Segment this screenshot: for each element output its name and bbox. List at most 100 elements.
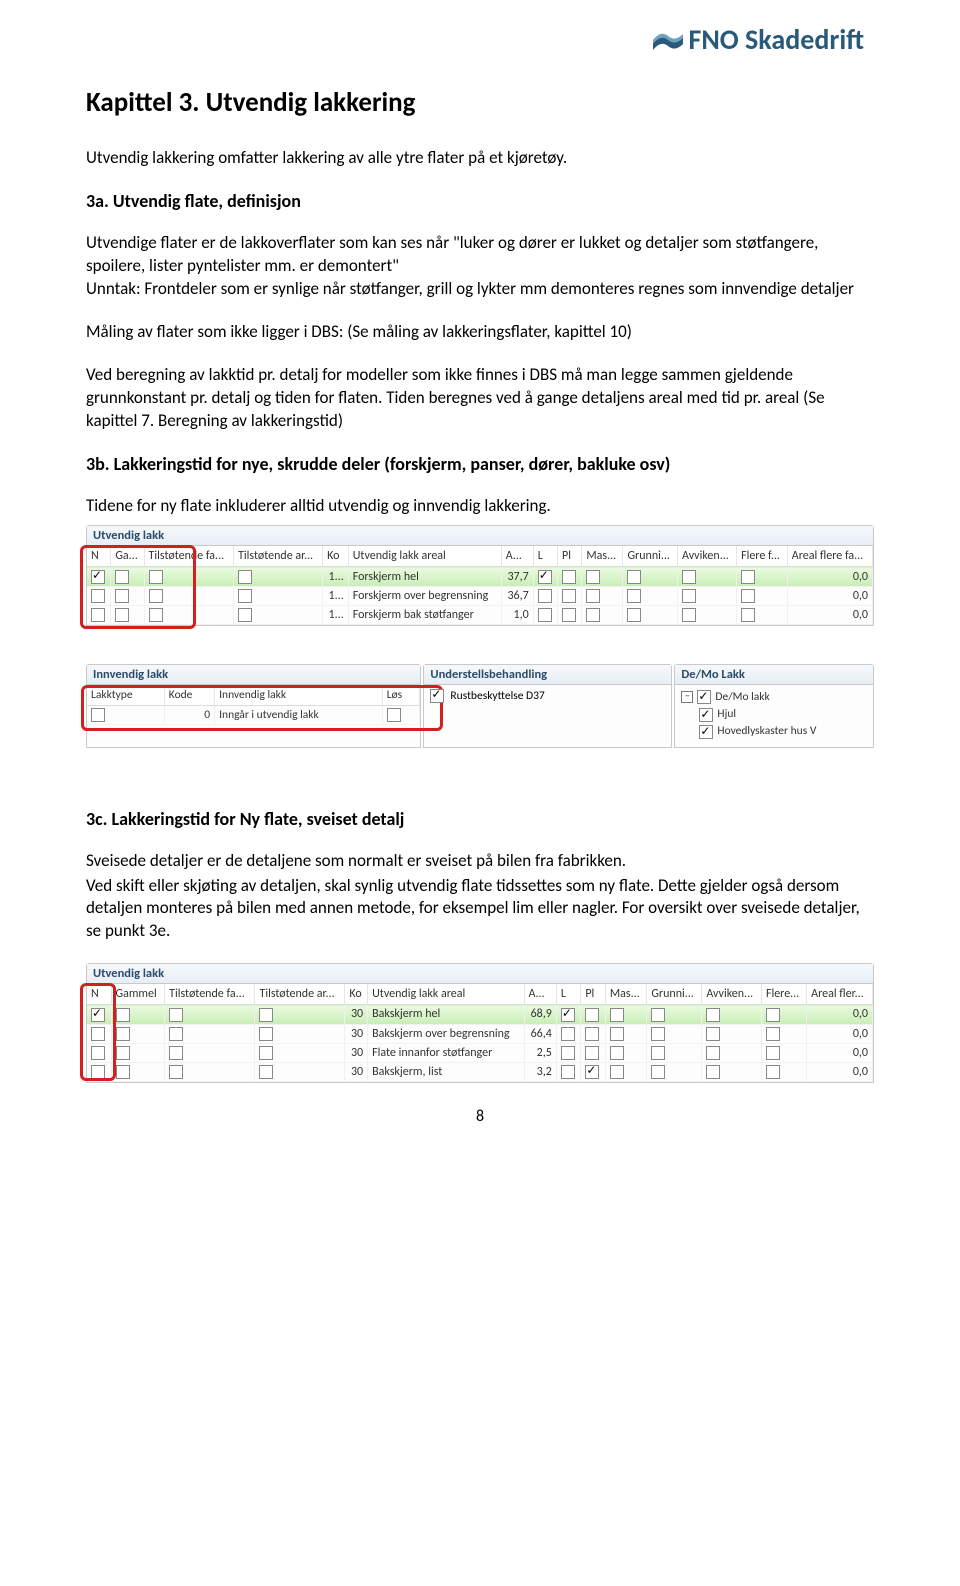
l-checkbox[interactable] xyxy=(561,1046,575,1060)
tilst-fa-checkbox[interactable] xyxy=(169,1008,183,1022)
column-header[interactable]: L xyxy=(556,984,581,1005)
gammel-checkbox[interactable] xyxy=(116,1065,130,1079)
column-header[interactable]: Areal fler... xyxy=(807,984,873,1005)
table-row[interactable]: 1...Forskjerm bak støtfanger1,00,0 xyxy=(87,605,873,624)
tilst-ar-checkbox[interactable] xyxy=(259,1008,273,1022)
avviken-checkbox[interactable] xyxy=(706,1046,720,1060)
tilst-fa-checkbox[interactable] xyxy=(149,589,163,603)
flere-checkbox[interactable] xyxy=(766,1008,780,1022)
table-row[interactable]: 1...Forskjerm over begrensning36,70,0 xyxy=(87,586,873,605)
mas-checkbox[interactable] xyxy=(610,1046,624,1060)
pl-checkbox[interactable] xyxy=(562,570,576,584)
tilst-ar-checkbox[interactable] xyxy=(238,570,252,584)
n-checkbox[interactable] xyxy=(91,608,105,622)
mas-checkbox[interactable] xyxy=(586,589,600,603)
column-header[interactable]: N xyxy=(87,546,111,567)
flere-checkbox[interactable] xyxy=(741,589,755,603)
avviken-checkbox[interactable] xyxy=(706,1027,720,1041)
gammel-checkbox[interactable] xyxy=(116,1008,130,1022)
column-header[interactable]: Mas... xyxy=(582,546,623,567)
column-header[interactable]: Utvendig lakk areal xyxy=(368,984,524,1005)
mas-checkbox[interactable] xyxy=(610,1027,624,1041)
avviken-checkbox[interactable] xyxy=(682,570,696,584)
flere-checkbox[interactable] xyxy=(766,1065,780,1079)
table-row[interactable]: 30Bakskjerm hel68,90,0 xyxy=(87,1005,873,1024)
column-header[interactable]: Flere... xyxy=(761,984,806,1005)
column-header[interactable]: Pl xyxy=(558,546,582,567)
mas-checkbox[interactable] xyxy=(586,570,600,584)
tilst-fa-checkbox[interactable] xyxy=(149,570,163,584)
column-header[interactable]: Pl xyxy=(581,984,606,1005)
mas-checkbox[interactable] xyxy=(586,608,600,622)
los-checkbox[interactable] xyxy=(387,708,401,722)
column-header[interactable]: L xyxy=(533,546,557,567)
flere-checkbox[interactable] xyxy=(766,1027,780,1041)
flere-checkbox[interactable] xyxy=(741,570,755,584)
column-header[interactable]: Areal flere fa... xyxy=(787,546,872,567)
column-header[interactable]: Mas... xyxy=(605,984,646,1005)
l-checkbox[interactable] xyxy=(538,570,552,584)
column-header[interactable]: Grunni... xyxy=(647,984,702,1005)
flere-checkbox[interactable] xyxy=(766,1046,780,1060)
pl-checkbox[interactable] xyxy=(562,608,576,622)
grunni-checkbox[interactable] xyxy=(627,589,641,603)
l-checkbox[interactable] xyxy=(561,1027,575,1041)
column-header[interactable]: Tilstøtende ar... xyxy=(234,546,323,567)
lakktype-checkbox[interactable] xyxy=(91,708,105,722)
n-checkbox[interactable] xyxy=(91,589,105,603)
tilst-ar-checkbox[interactable] xyxy=(238,589,252,603)
n-checkbox[interactable] xyxy=(91,1046,105,1060)
mas-checkbox[interactable] xyxy=(610,1008,624,1022)
l-checkbox[interactable] xyxy=(561,1008,575,1022)
avviken-checkbox[interactable] xyxy=(706,1065,720,1079)
table-row[interactable]: 30Flate innanfor støtfanger2,50,0 xyxy=(87,1043,873,1062)
grunni-checkbox[interactable] xyxy=(651,1046,665,1060)
n-checkbox[interactable] xyxy=(91,1027,105,1041)
rustbeskyttelse-checkbox[interactable] xyxy=(430,689,444,703)
tilst-fa-checkbox[interactable] xyxy=(149,608,163,622)
avviken-checkbox[interactable] xyxy=(706,1008,720,1022)
column-header[interactable]: Avviken... xyxy=(702,984,762,1005)
n-checkbox[interactable] xyxy=(91,1065,105,1079)
column-header[interactable]: Utvendig lakk areal xyxy=(348,546,501,567)
n-checkbox[interactable] xyxy=(91,570,105,584)
avviken-checkbox[interactable] xyxy=(682,608,696,622)
l-checkbox[interactable] xyxy=(538,608,552,622)
l-checkbox[interactable] xyxy=(561,1065,575,1079)
table-row[interactable]: 1...Forskjerm hel37,70,0 xyxy=(87,567,873,586)
grunni-checkbox[interactable] xyxy=(651,1065,665,1079)
column-header[interactable]: Ko xyxy=(345,984,368,1005)
demo-root-checkbox[interactable] xyxy=(697,690,711,704)
gammel-checkbox[interactable] xyxy=(115,589,129,603)
gammel-checkbox[interactable] xyxy=(116,1046,130,1060)
grunni-checkbox[interactable] xyxy=(627,570,641,584)
tilst-ar-checkbox[interactable] xyxy=(259,1046,273,1060)
pl-checkbox[interactable] xyxy=(562,589,576,603)
column-header[interactable]: Løs xyxy=(382,685,420,706)
tilst-fa-checkbox[interactable] xyxy=(169,1027,183,1041)
column-header[interactable]: Ga... xyxy=(111,546,144,567)
column-header[interactable]: A... xyxy=(501,546,533,567)
mas-checkbox[interactable] xyxy=(610,1065,624,1079)
column-header[interactable]: Gammel xyxy=(111,984,165,1005)
avviken-checkbox[interactable] xyxy=(682,589,696,603)
pl-checkbox[interactable] xyxy=(585,1027,599,1041)
gammel-checkbox[interactable] xyxy=(115,570,129,584)
flere-checkbox[interactable] xyxy=(741,608,755,622)
column-header[interactable]: Tilstøtende ar... xyxy=(255,984,345,1005)
table-row[interactable]: 30Bakskjerm, list3,20,0 xyxy=(87,1062,873,1081)
tilst-fa-checkbox[interactable] xyxy=(169,1046,183,1060)
column-header[interactable]: Avviken... xyxy=(677,546,736,567)
column-header[interactable]: Tilstøtende fa... xyxy=(165,984,255,1005)
pl-checkbox[interactable] xyxy=(585,1065,599,1079)
grunni-checkbox[interactable] xyxy=(627,608,641,622)
table-row[interactable]: 30Bakskjerm over begrensning66,40,0 xyxy=(87,1024,873,1043)
grunni-checkbox[interactable] xyxy=(651,1027,665,1041)
demo-item-checkbox[interactable] xyxy=(699,725,713,739)
gammel-checkbox[interactable] xyxy=(116,1027,130,1041)
pl-checkbox[interactable] xyxy=(585,1008,599,1022)
grunni-checkbox[interactable] xyxy=(651,1008,665,1022)
column-header[interactable]: N xyxy=(87,984,111,1005)
gammel-checkbox[interactable] xyxy=(115,608,129,622)
column-header[interactable]: Grunni... xyxy=(623,546,678,567)
